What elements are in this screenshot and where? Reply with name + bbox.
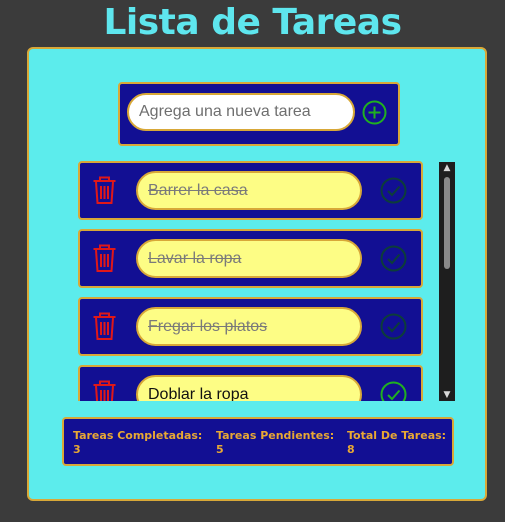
page-title: Lista de Tareas — [103, 2, 402, 43]
complete-task-button[interactable] — [380, 177, 407, 204]
scroll-down-arrow[interactable]: ▼ — [439, 389, 455, 401]
todo-panel: Barrer la casa Lavar la ropa — [27, 47, 487, 501]
task-item: Lavar la ropa — [78, 229, 423, 288]
delete-task-button[interactable] — [92, 176, 117, 205]
task-text[interactable]: Lavar la ropa — [136, 239, 362, 278]
check-circle-icon — [380, 313, 407, 340]
completed-stat: Tareas Completadas: 3 — [73, 429, 202, 457]
delete-task-button[interactable] — [92, 244, 117, 273]
stats-bar: Tareas Completadas: 3 Tareas Pendientes:… — [62, 417, 454, 466]
pending-stat: Tareas Pendientes: 5 — [216, 429, 334, 457]
check-circle-icon — [380, 177, 407, 204]
check-circle-icon — [380, 381, 407, 401]
scroll-thumb[interactable] — [444, 177, 450, 269]
add-task-button[interactable] — [362, 100, 387, 125]
scroll-up-arrow[interactable]: ▲ — [439, 162, 455, 174]
task-text[interactable]: Barrer la casa — [136, 171, 362, 210]
trash-icon — [93, 244, 116, 272]
task-item: Barrer la casa — [78, 161, 423, 220]
total-value: 8 — [347, 443, 355, 456]
delete-task-button[interactable] — [92, 312, 117, 341]
pending-value: 5 — [216, 443, 224, 456]
new-task-input[interactable] — [127, 93, 355, 131]
trash-icon — [93, 312, 116, 340]
pending-label: Tareas Pendientes: — [216, 429, 335, 442]
total-label: Total De Tareas: — [347, 429, 447, 442]
delete-task-button[interactable] — [92, 380, 117, 401]
plus-circle-icon — [362, 100, 387, 125]
completed-value: 3 — [73, 443, 81, 456]
task-list: Barrer la casa Lavar la ropa Fregar los … — [78, 161, 425, 401]
total-stat: Total De Tareas: 8 — [347, 429, 446, 457]
trash-icon — [93, 176, 116, 204]
check-circle-icon — [380, 245, 407, 272]
complete-task-button[interactable] — [380, 313, 407, 340]
completed-label: Tareas Completadas: — [73, 429, 203, 442]
task-text[interactable]: Fregar los platos — [136, 307, 362, 346]
task-list-scrollbar[interactable]: ▲ ▼ — [439, 162, 455, 401]
add-task-box — [118, 82, 400, 146]
trash-icon — [93, 380, 116, 401]
complete-task-button[interactable] — [380, 381, 407, 401]
task-item: Fregar los platos — [78, 297, 423, 356]
complete-task-button[interactable] — [380, 245, 407, 272]
task-text[interactable]: Doblar la ropa — [136, 375, 362, 401]
task-item: Doblar la ropa — [78, 365, 423, 401]
